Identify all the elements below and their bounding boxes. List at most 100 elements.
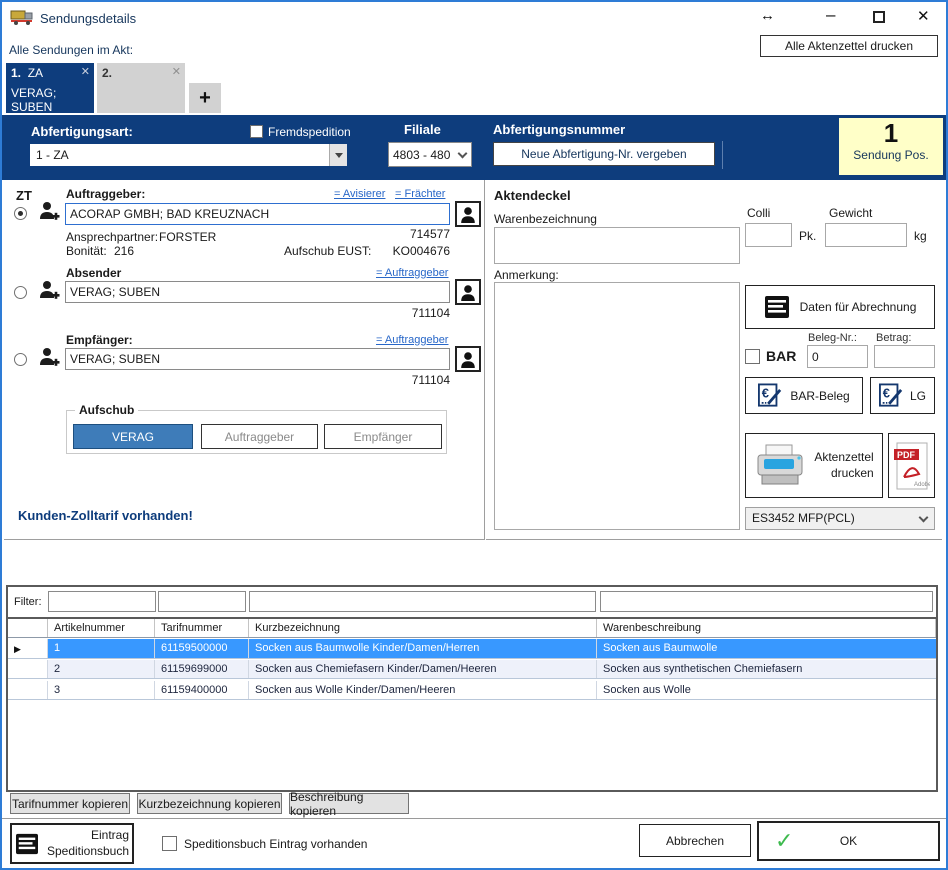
svg-text:PDF: PDF <box>897 450 916 460</box>
speditionsbuch-vorhanden-checkbox[interactable] <box>162 836 177 851</box>
aufschub-auftraggeber-button[interactable]: Auftraggeber <box>201 424 318 449</box>
add-contact-icon[interactable] <box>38 279 60 304</box>
column-header-artikelnummer[interactable]: Artikelnummer <box>48 619 155 637</box>
resize-icon[interactable]: ↔ <box>760 8 775 23</box>
ok-button[interactable]: ✓ OK <box>757 821 940 861</box>
footer-divider <box>2 818 946 819</box>
aufschub-verag-button[interactable]: VERAG <box>73 424 193 449</box>
absender-auftraggeber-link[interactable]: = Auftraggeber <box>376 267 448 279</box>
absender-label: Absender <box>66 266 121 280</box>
fremdspedition-checkbox[interactable] <box>250 125 263 138</box>
cancel-button[interactable]: Abbrechen <box>639 824 751 857</box>
empfaenger-radio[interactable] <box>14 353 27 366</box>
auftraggeber-input[interactable] <box>65 203 450 225</box>
column-header-kurzbezeichnung[interactable]: Kurzbezeichnung <box>249 619 597 637</box>
abfertigungsart-select[interactable]: 1 - ZA <box>30 144 347 166</box>
eintrag-speditionsbuch-button[interactable]: Eintrag Speditionsbuch <box>10 823 134 864</box>
cell-kurzbezeichnung: Socken aus Wolle Kinder/Damen/Heeren <box>249 681 597 699</box>
pdf-button[interactable]: PDF Adobe <box>888 433 935 498</box>
speditionsbuch-label-line1: Eintrag <box>91 828 129 842</box>
dropdown-arrow-icon[interactable] <box>329 144 347 166</box>
close-button[interactable]: ✕ <box>917 9 930 24</box>
filiale-select[interactable]: 4803 - 480 <box>388 142 472 167</box>
pdf-icon: PDF Adobe <box>894 441 930 491</box>
person-icon <box>460 206 476 223</box>
betrag-input[interactable] <box>874 345 935 368</box>
filter-artikelnummer-input[interactable] <box>48 591 156 612</box>
aktenzettel-label-line2: drucken <box>831 466 874 480</box>
lg-button[interactable]: € LG <box>870 377 935 414</box>
fremdspedition-label: Fremdspedition <box>268 125 351 139</box>
empfaenger-label: Empfänger: <box>66 333 133 347</box>
table-row[interactable]: 3 61159400000 Socken aus Wolle Kinder/Da… <box>8 681 936 700</box>
bar-checkbox[interactable] <box>745 349 760 364</box>
gewicht-input[interactable] <box>825 223 907 247</box>
copy-kurzbezeichnung-button[interactable]: Kurzbezeichnung kopieren <box>137 793 282 814</box>
filiale-label: Filiale <box>404 122 441 137</box>
column-header-tarifnummer[interactable]: Tarifnummer <box>155 619 249 637</box>
column-header-warenbeschreibung[interactable]: Warenbeschreibung <box>597 619 936 637</box>
row-selector-header <box>8 619 48 637</box>
daten-abrechnung-label: Daten für Abrechnung <box>800 300 917 314</box>
filter-label: Filter: <box>14 596 42 608</box>
shipment-tab-2[interactable]: 2. ✕ <box>97 63 185 113</box>
tab1-close-icon[interactable]: ✕ <box>81 65 90 78</box>
absender-input[interactable] <box>65 281 450 303</box>
shipments-label: Alle Sendungen im Akt: <box>9 43 133 57</box>
filter-kurzbezeichnung-input[interactable] <box>249 591 596 612</box>
maximize-button[interactable] <box>873 11 885 23</box>
aufschub-empfaenger-button[interactable]: Empfänger <box>324 424 442 449</box>
colli-input[interactable] <box>745 223 792 247</box>
daten-abrechnung-button[interactable]: Daten für Abrechnung <box>745 285 935 329</box>
empfaenger-auftraggeber-link[interactable]: = Auftraggeber <box>376 334 448 346</box>
tab1-line3: SUBEN <box>11 100 89 114</box>
new-abfertigung-nr-button[interactable]: Neue Abfertigung-Nr. vergeben <box>493 142 715 166</box>
kunden-zolltarif-notice: Kunden-Zolltarif vorhanden! <box>18 508 193 523</box>
cell-artikelnummer: 2 <box>48 660 155 678</box>
table-row[interactable]: 2 61159699000 Socken aus Chemiefasern Ki… <box>8 660 936 679</box>
abfertigungsart-value: 1 - ZA <box>36 148 69 162</box>
list-icon <box>764 295 790 319</box>
filter-row: Filter: <box>8 587 936 617</box>
printer-select[interactable]: ES3452 MFP(PCL) <box>745 507 935 530</box>
tab2-close-icon[interactable]: ✕ <box>172 65 181 78</box>
print-all-aktenzettel-button[interactable]: Alle Aktenzettel drucken <box>760 35 938 57</box>
aktenzettel-drucken-button[interactable]: Aktenzettel drucken <box>745 433 883 498</box>
avisierer-link[interactable]: = Avisierer <box>334 188 385 200</box>
check-icon: ✓ <box>775 828 793 854</box>
beleg-nr-input[interactable] <box>807 345 868 368</box>
band-divider <box>722 141 723 169</box>
tab2-index: 2. <box>102 66 112 80</box>
auftraggeber-kundennummer: 714577 <box>350 227 450 241</box>
add-tab-button[interactable]: + <box>189 83 221 113</box>
filter-warenbeschreibung-input[interactable] <box>600 591 933 612</box>
minimize-button[interactable]: – <box>826 6 835 23</box>
empfaenger-input[interactable] <box>65 348 450 370</box>
absender-contact-button[interactable] <box>455 279 481 305</box>
warenbezeichnung-input[interactable] <box>494 227 740 264</box>
lg-label: LG <box>910 389 926 403</box>
person-icon <box>460 351 476 368</box>
add-contact-icon[interactable] <box>38 200 60 225</box>
bar-beleg-button[interactable]: € BAR-Beleg <box>745 377 863 414</box>
auftraggeber-radio[interactable] <box>14 207 27 220</box>
anmerkung-label: Anmerkung: <box>494 268 559 282</box>
copy-beschreibung-button[interactable]: Beschreibung kopieren <box>289 793 409 814</box>
ansprechpartner-label: Ansprechpartner: <box>66 230 158 244</box>
anmerkung-textarea[interactable] <box>494 282 740 530</box>
warenbezeichnung-label: Warenbezeichnung <box>494 212 597 226</box>
empfaenger-contact-button[interactable] <box>455 346 481 372</box>
copy-tarifnummer-button[interactable]: Tarifnummer kopieren <box>10 793 130 814</box>
cell-warenbeschreibung: Socken aus synthetischen Chemiefasern <box>597 660 936 678</box>
filter-tarifnummer-input[interactable] <box>158 591 246 612</box>
aufschub-group-label: Aufschub <box>75 403 138 417</box>
position-count: 1 <box>839 118 943 148</box>
table-row[interactable]: ▶ 1 61159500000 Socken aus Baumwolle Kin… <box>8 639 936 659</box>
absender-radio[interactable] <box>14 286 27 299</box>
auftraggeber-contact-button[interactable] <box>455 201 481 227</box>
shipment-tab-1[interactable]: 1. ZA ✕ VERAG; SUBEN <box>6 63 94 113</box>
fraechter-link[interactable]: = Frächter <box>395 188 445 200</box>
euro-receipt-icon: € <box>758 382 782 409</box>
add-contact-icon[interactable] <box>38 346 60 371</box>
colli-label: Colli <box>747 206 770 220</box>
